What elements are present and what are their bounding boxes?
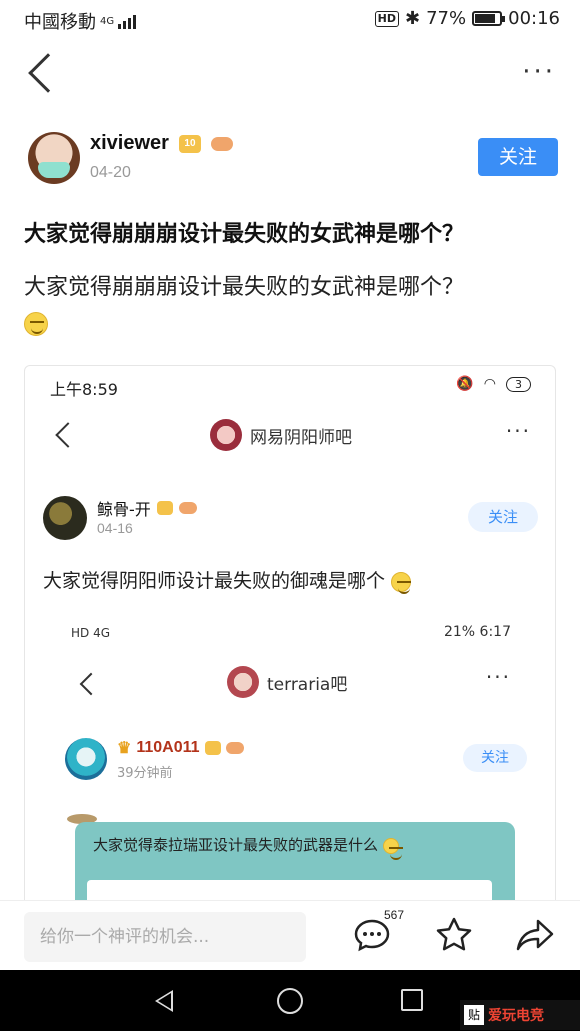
embedded-screenshot-2: HD 4G 21% 6:17 terraria吧 ··· ♛ 110A011 3… <box>47 614 537 924</box>
forum-avatar <box>210 419 242 451</box>
embedded-1-more-icon: ··· <box>505 419 531 443</box>
follow-button[interactable]: 关注 <box>478 138 558 176</box>
embedded-2-back-icon <box>79 672 103 696</box>
watermark-text: 爱玩电竞 <box>488 1008 544 1024</box>
comment-input[interactable]: 给你一个神评的机会... <box>24 912 306 962</box>
author-name[interactable]: xiviewer <box>90 132 169 155</box>
embedded-2-more-icon: ··· <box>485 665 511 689</box>
level-badge-icon <box>204 741 221 755</box>
embedded-1-author-row: 鲸骨-开 04-16 关注 <box>43 496 538 546</box>
level-badge-icon: 10 <box>178 134 201 153</box>
level-badge-icon <box>156 501 173 515</box>
embedded-1-text-content: 大家觉得阴阳师设计最失败的御魂是哪个 <box>43 570 386 592</box>
forum-name: 网易阴阳师吧 <box>250 427 352 448</box>
share-icon[interactable] <box>516 915 556 955</box>
embedded-2-author: 110A011 <box>136 739 200 756</box>
carrier-label: 中國移動 <box>24 12 96 33</box>
embedded-1-name-row: 鲸骨-开 <box>97 496 197 520</box>
avatar[interactable] <box>28 132 80 184</box>
gamepad-icon <box>225 742 244 754</box>
post-title: 大家觉得崩崩崩设计最失败的女武神是哪个？ <box>24 222 465 247</box>
embedded-2-date: 39分钟前 <box>117 766 173 781</box>
mute-icon: 🔕 <box>456 376 474 392</box>
crown-icon: ♛ <box>117 740 132 757</box>
status-bar: 中國移動 4G HD ✱ 77% 00:16 <box>0 0 580 40</box>
hd-icon: HD <box>374 10 400 27</box>
embedded-1-date: 04-16 <box>97 520 133 536</box>
embedded-1-battery: 3 <box>506 376 531 392</box>
status-left: 中國移動 4G <box>24 8 137 34</box>
embedded-1-status-icons: 🔕 ◠ 3 <box>456 376 531 392</box>
battery-percent: 77% <box>426 8 467 29</box>
embedded-2-forum: terraria吧 <box>227 666 347 698</box>
nav-back-icon[interactable] <box>155 990 173 1012</box>
clock: 00:16 <box>508 8 560 29</box>
embedded-screenshot-1[interactable]: 上午8:59 🔕 ◠ 3 网易阴阳师吧 ··· 鲸骨-开 04-16 关注 大家… <box>24 365 556 925</box>
network-type: 4G <box>100 15 115 27</box>
gamepad-icon <box>178 502 197 514</box>
embedded-2-avatar <box>65 738 107 780</box>
top-nav: ··· <box>0 45 580 105</box>
gamepad-icon <box>210 136 233 151</box>
signal-icon <box>118 13 137 29</box>
embedded-1-text: 大家觉得阴阳师设计最失败的御魂是哪个 <box>43 566 412 594</box>
post-date: 04-20 <box>90 164 131 181</box>
watermark-box: 贴 <box>464 1005 484 1025</box>
more-icon[interactable]: ··· <box>522 59 556 85</box>
wifi-icon: ◠ <box>483 376 496 392</box>
embedded-1-forum: 网易阴阳师吧 <box>210 419 352 451</box>
embedded-1-nav: 网易阴阳师吧 ··· <box>25 416 555 456</box>
author-name-row: xiviewer 10 <box>90 132 233 155</box>
status-right: HD ✱ 77% 00:16 <box>374 8 560 29</box>
embedded-2-text: 大家觉得泰拉瑞亚设计最失败的武器是什么 <box>93 834 403 860</box>
star-icon[interactable] <box>434 915 474 955</box>
embedded-1-time: 上午8:59 <box>50 380 118 399</box>
nav-home-icon[interactable] <box>277 988 303 1014</box>
post-body: 大家觉得崩崩崩设计最失败的女武神是哪个？ <box>24 270 564 342</box>
smile-emoji-icon <box>24 312 48 336</box>
embedded-2-text-content: 大家觉得泰拉瑞亚设计最失败的武器是什么 <box>93 836 379 854</box>
smile-emoji-icon <box>382 837 403 860</box>
embedded-1-author: 鲸骨-开 <box>97 500 151 519</box>
comment-count: 567 <box>384 908 405 922</box>
nav-recents-icon[interactable] <box>401 989 423 1011</box>
embedded-2-follow: 关注 <box>463 744 527 772</box>
battery-icon <box>472 11 506 26</box>
post-body-text: 大家觉得崩崩崩设计最失败的女武神是哪个？ <box>24 275 465 300</box>
embedded-1-avatar <box>43 496 87 540</box>
forum-name: terraria吧 <box>267 674 348 695</box>
bluetooth-icon: ✱ <box>405 8 421 29</box>
embedded-2-name-row: ♛ 110A011 <box>117 738 244 758</box>
back-icon[interactable] <box>28 53 68 93</box>
post-author-row: xiviewer 10 04-20 关注 <box>28 130 558 190</box>
smile-emoji-icon <box>391 571 412 594</box>
embedded-1-follow: 关注 <box>468 502 538 532</box>
forum-avatar <box>227 666 259 698</box>
bottom-action-bar: 给你一个神评的机会... 567 <box>0 900 580 970</box>
watermark: 贴 爱玩电竞 <box>460 1000 580 1030</box>
embedded-2-status-right: 21% 6:17 <box>443 624 511 640</box>
embedded-2-status-left: HD 4G <box>71 626 111 640</box>
embedded-1-back-icon <box>55 422 81 448</box>
